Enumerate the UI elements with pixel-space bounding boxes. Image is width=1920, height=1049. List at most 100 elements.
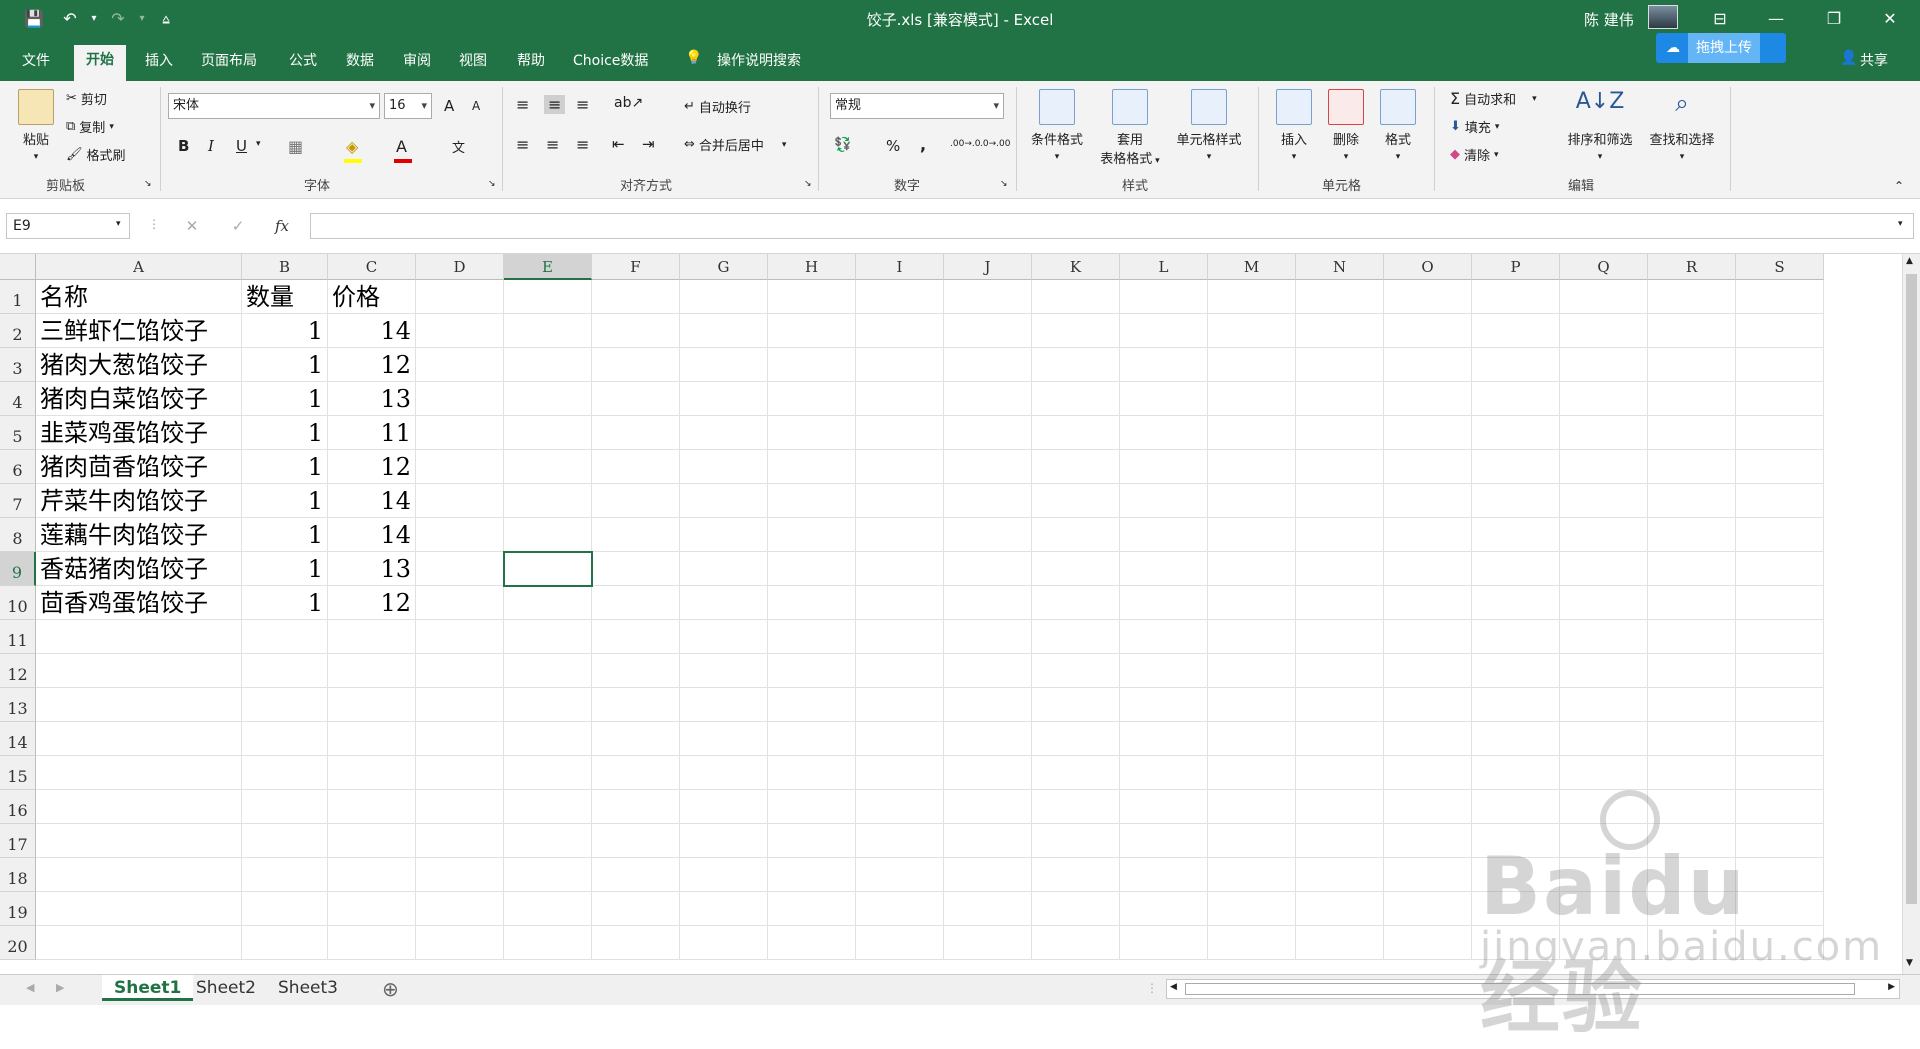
cell[interactable] bbox=[1120, 688, 1208, 722]
cell[interactable] bbox=[36, 654, 242, 688]
cell[interactable] bbox=[592, 450, 680, 484]
cell[interactable] bbox=[1736, 280, 1824, 314]
cell[interactable] bbox=[1648, 620, 1736, 654]
cell[interactable] bbox=[1472, 620, 1560, 654]
cell[interactable] bbox=[1472, 688, 1560, 722]
cell[interactable]: 13 bbox=[328, 382, 416, 416]
cell[interactable] bbox=[856, 620, 944, 654]
cell[interactable] bbox=[856, 688, 944, 722]
cell[interactable] bbox=[1560, 552, 1648, 586]
cell[interactable] bbox=[1472, 314, 1560, 348]
row-header[interactable]: 7 bbox=[0, 484, 36, 518]
cell[interactable]: 莲藕牛肉馅饺子 bbox=[36, 518, 242, 552]
cell[interactable] bbox=[1296, 518, 1384, 552]
cell[interactable] bbox=[1120, 722, 1208, 756]
column-header[interactable]: C bbox=[328, 254, 416, 280]
cell[interactable] bbox=[1560, 450, 1648, 484]
cell[interactable] bbox=[1384, 756, 1472, 790]
cell[interactable] bbox=[1384, 688, 1472, 722]
column-header[interactable]: M bbox=[1208, 254, 1296, 280]
cell[interactable] bbox=[592, 484, 680, 518]
cell[interactable] bbox=[416, 314, 504, 348]
cell[interactable] bbox=[504, 450, 592, 484]
align-left-icon[interactable]: ≡ bbox=[516, 135, 529, 154]
cell[interactable] bbox=[1736, 348, 1824, 382]
cell[interactable] bbox=[1472, 722, 1560, 756]
cell[interactable] bbox=[592, 348, 680, 382]
column-header[interactable]: L bbox=[1120, 254, 1208, 280]
cell[interactable] bbox=[680, 382, 768, 416]
cell[interactable] bbox=[1032, 620, 1120, 654]
cell[interactable] bbox=[416, 484, 504, 518]
cell[interactable] bbox=[416, 858, 504, 892]
cell[interactable] bbox=[680, 484, 768, 518]
column-header[interactable]: O bbox=[1384, 254, 1472, 280]
sheet-tab[interactable]: Sheet2 bbox=[184, 975, 268, 1001]
column-header[interactable]: J bbox=[944, 254, 1032, 280]
cell[interactable] bbox=[1208, 552, 1296, 586]
cell[interactable] bbox=[1296, 586, 1384, 620]
cell[interactable] bbox=[592, 654, 680, 688]
cell[interactable] bbox=[680, 586, 768, 620]
row-header[interactable]: 5 bbox=[0, 416, 36, 450]
scroll-left-icon[interactable]: ◀ bbox=[1170, 982, 1177, 992]
underline-dropdown-icon[interactable]: ▾ bbox=[256, 139, 261, 149]
cell[interactable] bbox=[1736, 620, 1824, 654]
cell[interactable] bbox=[680, 756, 768, 790]
cell[interactable] bbox=[328, 858, 416, 892]
cell[interactable] bbox=[1120, 926, 1208, 960]
cell[interactable] bbox=[242, 756, 328, 790]
cell[interactable]: 1 bbox=[242, 382, 328, 416]
cell[interactable] bbox=[1648, 280, 1736, 314]
font-color-icon[interactable]: A bbox=[396, 137, 407, 156]
cut-button[interactable]: ✂ 剪切 bbox=[66, 89, 107, 108]
cell[interactable] bbox=[504, 926, 592, 960]
cell[interactable]: 香菇猪肉馅饺子 bbox=[36, 552, 242, 586]
column-header[interactable]: E bbox=[504, 254, 592, 280]
cell[interactable] bbox=[1560, 518, 1648, 552]
cell[interactable] bbox=[242, 620, 328, 654]
cell[interactable] bbox=[1120, 654, 1208, 688]
column-header[interactable]: D bbox=[416, 254, 504, 280]
cell[interactable] bbox=[1120, 756, 1208, 790]
cell[interactable] bbox=[328, 722, 416, 756]
cell[interactable] bbox=[1032, 484, 1120, 518]
cell[interactable] bbox=[1736, 688, 1824, 722]
cell[interactable] bbox=[1032, 858, 1120, 892]
cell[interactable] bbox=[1384, 586, 1472, 620]
cell[interactable] bbox=[1296, 552, 1384, 586]
cell[interactable] bbox=[504, 654, 592, 688]
cell[interactable] bbox=[1472, 450, 1560, 484]
cell[interactable] bbox=[1296, 314, 1384, 348]
accounting-format-icon[interactable]: 💱 bbox=[834, 137, 851, 153]
cell[interactable] bbox=[1208, 858, 1296, 892]
cell[interactable] bbox=[944, 892, 1032, 926]
name-box[interactable]: E9 bbox=[6, 213, 130, 239]
format-painter-button[interactable]: 🖌 格式刷 bbox=[66, 145, 126, 164]
cell[interactable] bbox=[242, 858, 328, 892]
cell[interactable] bbox=[1384, 722, 1472, 756]
cell[interactable]: 1 bbox=[242, 416, 328, 450]
cell[interactable] bbox=[1296, 790, 1384, 824]
cell[interactable] bbox=[592, 518, 680, 552]
cell[interactable] bbox=[768, 382, 856, 416]
cell[interactable] bbox=[1560, 416, 1648, 450]
cell[interactable] bbox=[1296, 416, 1384, 450]
cell[interactable] bbox=[504, 314, 592, 348]
cell[interactable] bbox=[856, 654, 944, 688]
cell[interactable]: 名称 bbox=[36, 280, 242, 314]
cell[interactable] bbox=[504, 416, 592, 450]
cell[interactable] bbox=[1208, 586, 1296, 620]
cell[interactable] bbox=[1560, 586, 1648, 620]
cell[interactable] bbox=[1032, 790, 1120, 824]
cell[interactable] bbox=[1032, 518, 1120, 552]
cell[interactable] bbox=[1208, 314, 1296, 348]
cell[interactable] bbox=[504, 382, 592, 416]
cell[interactable]: 猪肉大葱馅饺子 bbox=[36, 348, 242, 382]
cell[interactable] bbox=[1120, 892, 1208, 926]
cell[interactable] bbox=[1384, 416, 1472, 450]
cell[interactable]: 12 bbox=[328, 348, 416, 382]
cell[interactable] bbox=[1472, 756, 1560, 790]
cell[interactable] bbox=[328, 756, 416, 790]
cell[interactable] bbox=[242, 654, 328, 688]
